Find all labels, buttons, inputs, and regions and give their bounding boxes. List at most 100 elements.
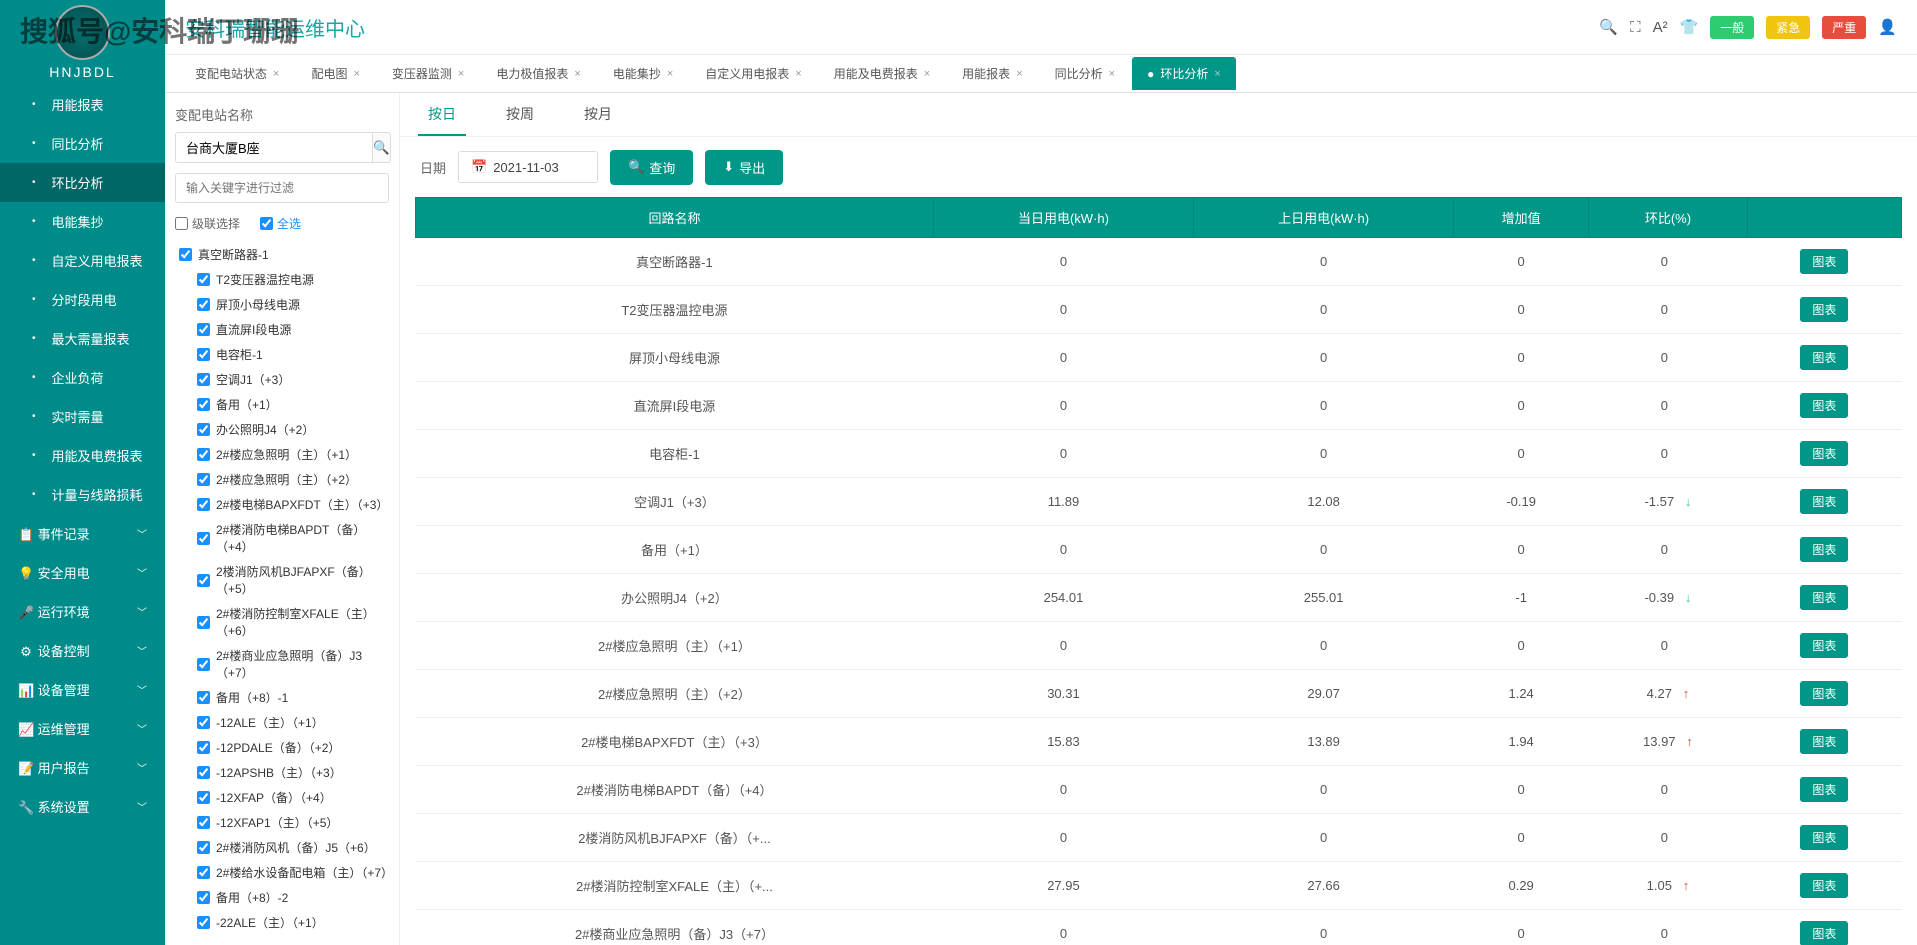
period-tab[interactable]: 按日 [418, 94, 466, 136]
close-icon[interactable]: × [924, 68, 930, 80]
tree-item[interactable]: -12PDALE（备）（+2） [175, 735, 389, 760]
tree-checkbox[interactable] [197, 423, 210, 436]
tab[interactable]: 同比分析 × [1040, 57, 1130, 90]
sidebar-item[interactable]: 电能集抄 [0, 202, 165, 241]
tree-item[interactable]: 2#楼电梯BAPXFDT（主）（+3） [175, 492, 389, 517]
tab[interactable]: 电能集抄 × [598, 57, 688, 90]
tree-checkbox[interactable] [197, 916, 210, 929]
close-icon[interactable]: × [1016, 68, 1022, 80]
chart-button[interactable]: 图表 [1800, 585, 1848, 610]
tree-checkbox[interactable] [197, 273, 210, 286]
tab[interactable]: 用能报表 × [947, 57, 1037, 90]
chart-button[interactable]: 图表 [1800, 777, 1848, 802]
tree-item[interactable]: -12XFAP1（主）（+5） [175, 810, 389, 835]
badge-critical[interactable]: 严重 [1822, 16, 1866, 39]
font-icon[interactable]: A² [1653, 19, 1668, 36]
tab[interactable]: ● 环比分析 × [1132, 57, 1236, 90]
query-button[interactable]: 🔍查询 [610, 150, 693, 185]
tab[interactable]: 配电图 × [296, 57, 374, 90]
tree-item[interactable]: 直流屏I段电源 [175, 317, 389, 342]
tree-checkbox[interactable] [197, 323, 210, 336]
sidebar-item[interactable]: 同比分析 [0, 124, 165, 163]
tree-item[interactable]: 办公照明J4（+2） [175, 417, 389, 442]
chart-button[interactable]: 图表 [1800, 393, 1848, 418]
tree-checkbox[interactable] [197, 841, 210, 854]
close-icon[interactable]: × [458, 68, 464, 80]
station-input[interactable] [175, 132, 373, 163]
chart-button[interactable]: 图表 [1800, 681, 1848, 706]
sidebar-section[interactable]: 💡 安全用电﹀ [0, 553, 165, 592]
sidebar-item[interactable]: 计量与线路损耗 [0, 475, 165, 514]
chart-button[interactable]: 图表 [1800, 249, 1848, 274]
chart-button[interactable]: 图表 [1800, 633, 1848, 658]
tree-item[interactable]: 2#楼商业应急照明（备）J3（+7） [175, 643, 389, 685]
sidebar-section[interactable]: 🔧 系统设置﹀ [0, 787, 165, 826]
tree-checkbox[interactable] [197, 658, 210, 671]
selectall-checkbox[interactable]: 全选 [260, 215, 301, 232]
tree-checkbox[interactable] [197, 532, 210, 545]
sidebar-section[interactable]: 📈 运维管理﹀ [0, 709, 165, 748]
tree-item[interactable]: 2#楼消防电梯BAPDT（备）（+4） [175, 517, 389, 559]
tree-checkbox[interactable] [179, 248, 192, 261]
tree-checkbox[interactable] [197, 716, 210, 729]
fullscreen-icon[interactable]: ⛶ [1630, 19, 1641, 36]
tree-item[interactable]: 2#楼给水设备配电箱（主）（+7） [175, 860, 389, 885]
period-tab[interactable]: 按周 [496, 94, 544, 136]
keyword-input[interactable] [175, 173, 389, 203]
sidebar-section[interactable]: 📋 事件记录﹀ [0, 514, 165, 553]
tree-checkbox[interactable] [197, 348, 210, 361]
tree-checkbox[interactable] [197, 766, 210, 779]
tree-item[interactable]: 2#楼应急照明（主）（+2） [175, 467, 389, 492]
tree-item[interactable]: T2变压器温控电源 [175, 267, 389, 292]
close-icon[interactable]: × [667, 68, 673, 80]
badge-urgent[interactable]: 紧急 [1766, 16, 1810, 39]
chart-button[interactable]: 图表 [1800, 345, 1848, 370]
tree-item[interactable]: 备用（+8）-1 [175, 685, 389, 710]
search-icon[interactable]: 🔍 [1599, 18, 1618, 36]
tree-item[interactable]: 备用（+8）-2 [175, 885, 389, 910]
tab[interactable]: 变配电站状态 × [180, 57, 294, 90]
tree-item[interactable]: 2楼消防风机BJFAPXF（备）（+5） [175, 559, 389, 601]
theme-icon[interactable]: 👕 [1680, 18, 1699, 36]
tree-item[interactable]: -12XFAP（备）（+4） [175, 785, 389, 810]
chart-button[interactable]: 图表 [1800, 537, 1848, 562]
chart-button[interactable]: 图表 [1800, 729, 1848, 754]
cascade-checkbox[interactable]: 级联选择 [175, 215, 240, 232]
sidebar-item[interactable]: 用能报表 [0, 85, 165, 124]
tree-checkbox[interactable] [197, 448, 210, 461]
tree-item[interactable]: -22ALE（主）（+1） [175, 910, 389, 933]
tree-checkbox[interactable] [197, 616, 210, 629]
search-station-button[interactable]: 🔍 [373, 132, 391, 163]
tree-item[interactable]: 2#楼消防控制室XFALE（主）（+6） [175, 601, 389, 643]
chart-button[interactable]: 图表 [1800, 297, 1848, 322]
tree-item[interactable]: 空调J1（+3） [175, 367, 389, 392]
export-button[interactable]: ⬇导出 [705, 150, 783, 185]
date-picker[interactable]: 📅 2021-11-03 [458, 151, 598, 183]
tab[interactable]: 变压器监测 × [377, 57, 479, 90]
sidebar-item[interactable]: 环比分析 [0, 163, 165, 202]
tree-item[interactable]: 真空断路器-1 [175, 242, 389, 267]
tab[interactable]: 自定义用电报表 × [690, 57, 816, 90]
tree-checkbox[interactable] [197, 298, 210, 311]
period-tab[interactable]: 按月 [574, 94, 622, 136]
chart-button[interactable]: 图表 [1800, 825, 1848, 850]
sidebar-item[interactable]: 最大需量报表 [0, 319, 165, 358]
sidebar-item[interactable]: 实时需量 [0, 397, 165, 436]
tree-item[interactable]: 2#楼应急照明（主）（+1） [175, 442, 389, 467]
tree-checkbox[interactable] [197, 473, 210, 486]
tree-item[interactable]: 屏顶小母线电源 [175, 292, 389, 317]
sidebar-section[interactable]: 📊 设备管理﹀ [0, 670, 165, 709]
tree-item[interactable]: 备用（+1） [175, 392, 389, 417]
close-icon[interactable]: × [795, 68, 801, 80]
chart-button[interactable]: 图表 [1800, 873, 1848, 898]
chart-button[interactable]: 图表 [1800, 489, 1848, 514]
badge-normal[interactable]: 一般 [1710, 16, 1754, 39]
tree-checkbox[interactable] [197, 816, 210, 829]
sidebar-item[interactable]: 自定义用电报表 [0, 241, 165, 280]
tree-checkbox[interactable] [197, 866, 210, 879]
sidebar-item[interactable]: 企业负荷 [0, 358, 165, 397]
chart-button[interactable]: 图表 [1800, 921, 1848, 945]
tree-item[interactable]: 电容柜-1 [175, 342, 389, 367]
tree-item[interactable]: -12APSHB（主）（+3） [175, 760, 389, 785]
close-icon[interactable]: × [1109, 68, 1115, 80]
